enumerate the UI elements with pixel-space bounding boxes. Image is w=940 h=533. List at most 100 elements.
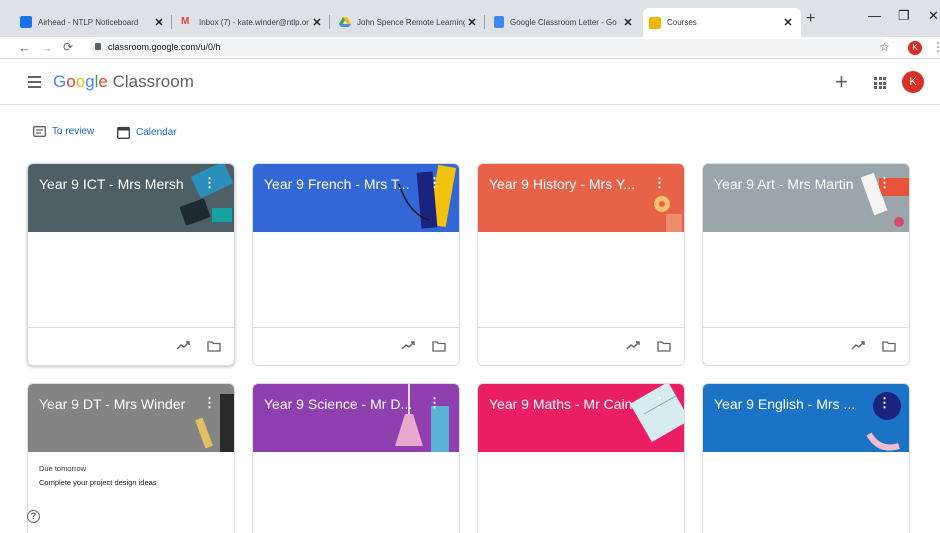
more-options-icon[interactable]: ⋮ (653, 395, 666, 411)
airhead-icon (20, 16, 32, 28)
drive-icon (339, 16, 351, 28)
class-card[interactable]: Year 9 English - Mrs ... ⋮ (702, 383, 910, 533)
class-title[interactable]: Year 9 French - Mrs T... (264, 176, 424, 192)
class-title[interactable]: Year 9 English - Mrs ... (714, 396, 874, 412)
close-tab-icon[interactable]: ✕ (781, 16, 795, 29)
class-card[interactable]: Year 9 French - Mrs T... ⋮ (252, 163, 460, 366)
tab-title: Courses (667, 18, 697, 27)
class-card-banner[interactable]: Year 9 English - Mrs ... ⋮ (703, 384, 909, 452)
to-review-label: To review (52, 126, 95, 137)
browser-tab[interactable]: M Inbox (7) - kate.winder@ntlp.or ✕ (175, 9, 330, 35)
class-card-footer (253, 327, 459, 365)
more-options-icon[interactable]: ⋮ (428, 395, 441, 411)
class-card[interactable]: Year 9 History - Mrs Y... ⋮ (477, 163, 685, 366)
class-card[interactable]: Year 9 Art - Mrs Martin ⋮ (702, 163, 910, 366)
calendar-label: Calendar (136, 127, 177, 138)
app-logo[interactable]: Google Classroom (53, 72, 194, 92)
class-card[interactable]: Year 9 ICT - Mrs Mersh ⋮ (27, 163, 235, 366)
calendar-icon (117, 126, 130, 139)
restore-icon[interactable]: ❐ (898, 8, 910, 24)
class-card[interactable]: Year 9 Maths - Mr Cain ⋮ (477, 383, 685, 533)
profile-avatar[interactable]: K (908, 41, 922, 55)
class-title[interactable]: Year 9 Science - Mr D... (264, 396, 424, 412)
more-options-icon[interactable]: ⋮ (203, 175, 216, 191)
gradebook-trend-icon[interactable] (176, 340, 191, 350)
browser-tab-active[interactable]: Courses ✕ (643, 8, 801, 37)
assignment-link[interactable]: Complete your project design ideas (39, 478, 157, 487)
close-tab-icon[interactable]: ✕ (152, 16, 166, 29)
back-icon[interactable]: ← (18, 40, 31, 55)
class-title[interactable]: Year 9 Art - Mrs Martin (714, 176, 874, 192)
art-illustration-icon (860, 172, 909, 227)
science-illustration-icon (395, 384, 449, 452)
more-options-icon[interactable]: ⋮ (878, 395, 891, 411)
more-options-icon[interactable]: ⋮ (203, 395, 216, 411)
minimize-icon[interactable]: — (868, 8, 881, 23)
folder-icon[interactable] (432, 341, 446, 352)
class-card[interactable]: Year 9 Science - Mr D... ⋮ (252, 383, 460, 533)
more-options-icon[interactable]: ⋮ (878, 175, 891, 191)
tab-title: Inbox (7) - kate.winder@ntlp.or (199, 17, 309, 27)
class-card-banner[interactable]: Year 9 Art - Mrs Martin ⋮ (703, 164, 909, 232)
class-card-banner[interactable]: Year 9 Maths - Mr Cain ⋮ (478, 384, 684, 452)
class-title[interactable]: Year 9 ICT - Mrs Mersh (39, 176, 199, 192)
dt-illustration-icon (195, 394, 234, 452)
window-close-icon[interactable]: ✕ (928, 8, 939, 24)
close-tab-icon[interactable]: ✕ (465, 16, 479, 29)
account-avatar[interactable]: K (902, 71, 924, 93)
class-card-footer (478, 327, 684, 365)
more-options-icon[interactable]: ⋮ (653, 175, 666, 191)
classroom-icon (649, 16, 661, 29)
create-join-button[interactable]: + (835, 69, 848, 95)
class-card-footer (703, 327, 909, 365)
browser-tab[interactable]: Airhead - NTLP Noticeboard ✕ (14, 9, 172, 35)
main-menu-icon[interactable] (28, 76, 41, 91)
maths-illustration-icon (629, 384, 684, 443)
tab-title: Google Classroom Letter - Go (510, 17, 617, 27)
french-illustration-icon (398, 164, 457, 229)
english-illustration-icon (866, 392, 901, 451)
docs-icon (494, 16, 504, 28)
to-review-link[interactable]: To review (33, 126, 94, 137)
browser-menu-icon[interactable]: ⋮ (932, 40, 940, 54)
class-card-banner[interactable]: Year 9 Science - Mr D... ⋮ (253, 384, 459, 452)
class-card-banner[interactable]: Year 9 French - Mrs T... ⋮ (253, 164, 459, 232)
assignment-due-date: Due tomorrow (39, 464, 87, 473)
class-card-banner[interactable]: Year 9 DT - Mrs Winder ⋮ (28, 384, 234, 452)
product-name: Classroom (112, 72, 194, 91)
new-tab-button[interactable]: + (806, 10, 815, 28)
calendar-link[interactable]: Calendar (117, 126, 177, 139)
app-header: Google Classroom + K (0, 59, 940, 105)
class-title[interactable]: Year 9 History - Mrs Y... (489, 176, 649, 192)
class-card-banner[interactable]: Year 9 ICT - Mrs Mersh ⋮ (28, 164, 234, 232)
browser-tab-strip: Airhead - NTLP Noticeboard ✕ M Inbox (7)… (0, 0, 940, 37)
review-list-icon (33, 126, 46, 137)
class-card-banner[interactable]: Year 9 History - Mrs Y... ⋮ (478, 164, 684, 232)
ict-illustration-icon (179, 164, 233, 226)
help-icon[interactable]: ? (27, 510, 40, 523)
folder-icon[interactable] (882, 341, 896, 352)
class-card[interactable]: Year 9 DT - Mrs Winder ⋮ Due tomorrow Co… (27, 383, 235, 533)
bookmark-star-icon[interactable]: ☆ (879, 40, 890, 54)
lock-icon (95, 43, 101, 50)
browser-tab[interactable]: John Spence Remote Learning ✕ (333, 9, 485, 35)
gmail-icon: M (181, 16, 190, 27)
reload-icon[interactable]: ⟳ (63, 40, 73, 54)
tab-title: Airhead - NTLP Noticeboard (38, 17, 139, 27)
class-card-footer (28, 327, 234, 365)
more-options-icon[interactable]: ⋮ (428, 175, 441, 191)
apps-grid-icon[interactable] (874, 77, 886, 89)
gradebook-trend-icon[interactable] (626, 340, 641, 350)
gradebook-trend-icon[interactable] (401, 340, 416, 350)
browser-tab[interactable]: Google Classroom Letter - Go ✕ (488, 9, 641, 35)
gradebook-trend-icon[interactable] (851, 340, 866, 350)
class-title[interactable]: Year 9 DT - Mrs Winder (39, 396, 199, 412)
folder-icon[interactable] (207, 341, 221, 352)
class-title[interactable]: Year 9 Maths - Mr Cain (489, 396, 649, 412)
address-bar[interactable]: classroom.google.com/u/0/h (90, 39, 888, 56)
close-tab-icon[interactable]: ✕ (621, 16, 635, 29)
forward-icon[interactable]: → (40, 40, 53, 55)
browser-toolbar: ← → ⟳ classroom.google.com/u/0/h ☆ K ⋮ (0, 37, 940, 59)
folder-icon[interactable] (657, 341, 671, 352)
close-tab-icon[interactable]: ✕ (310, 16, 324, 29)
